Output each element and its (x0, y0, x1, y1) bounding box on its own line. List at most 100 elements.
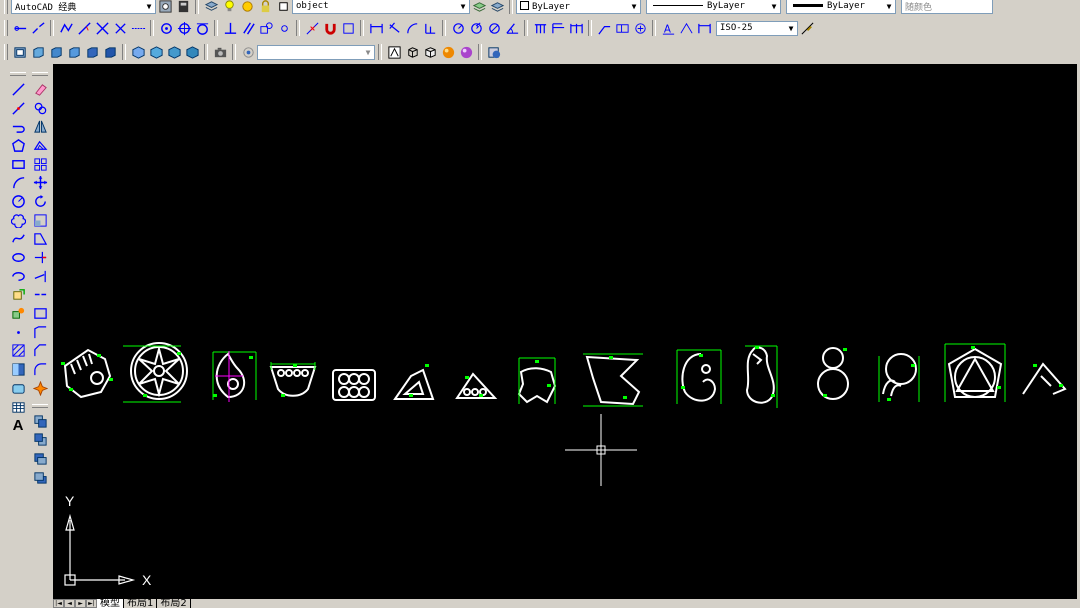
toolbar-grip[interactable] (4, 0, 8, 14)
dim-aligned-icon[interactable] (385, 19, 403, 37)
point-icon[interactable] (8, 323, 28, 342)
2d-wireframe-icon[interactable] (385, 43, 403, 61)
iso-nw-icon[interactable] (183, 43, 201, 61)
region-icon[interactable] (8, 379, 28, 398)
conceptual-icon[interactable] (457, 43, 475, 61)
linetype-select[interactable]: ByLayer ▼ (646, 0, 781, 14)
erase-icon[interactable] (30, 80, 50, 99)
lightbulb-icon[interactable] (220, 0, 238, 15)
workspace-select[interactable]: AutoCAD 经典 ▼ (11, 0, 156, 14)
visual-style-select[interactable]: ▼ (257, 44, 375, 60)
polygon-icon[interactable] (8, 136, 28, 155)
view-right-icon[interactable] (65, 43, 83, 61)
snap-perpendicular-icon[interactable] (221, 19, 239, 37)
snap-tangent-icon[interactable] (193, 19, 211, 37)
revision-cloud-icon[interactable] (8, 211, 28, 230)
last-tab-button[interactable]: ►| (86, 599, 97, 608)
polyline-edit-icon[interactable] (57, 19, 75, 37)
workspace-settings-icon[interactable] (156, 0, 174, 15)
dim-update-icon[interactable] (695, 19, 713, 37)
gradient-icon[interactable] (8, 360, 28, 379)
draw-order-back-icon[interactable] (30, 430, 50, 449)
trim-icon[interactable] (30, 248, 50, 267)
break-icon[interactable] (30, 304, 50, 323)
array-icon[interactable] (30, 155, 50, 174)
next-tab-button[interactable]: ► (75, 599, 86, 608)
multiline-text-icon[interactable]: A (8, 416, 28, 435)
quick-dim-icon[interactable] (531, 19, 549, 37)
iso-sw-icon[interactable] (129, 43, 147, 61)
ellipse-arc-icon[interactable] (8, 267, 28, 286)
sun-icon[interactable] (238, 0, 256, 15)
toolbar-grip[interactable] (32, 403, 48, 408)
lock-icon[interactable] (256, 0, 274, 15)
make-object-layer-current-icon[interactable] (470, 0, 488, 15)
layer-manager-icon[interactable] (202, 0, 220, 15)
construction-line-icon[interactable] (8, 99, 28, 118)
arc-icon[interactable] (8, 173, 28, 192)
layer-previous-icon[interactable] (488, 0, 506, 15)
scale-icon[interactable] (30, 211, 50, 230)
iso-se-icon[interactable] (147, 43, 165, 61)
move-icon[interactable] (30, 173, 50, 192)
fillet-icon[interactable] (30, 360, 50, 379)
dim-continue-icon[interactable] (567, 19, 585, 37)
trim-icon[interactable] (93, 19, 111, 37)
view-front-icon[interactable] (83, 43, 101, 61)
snap-nearest-icon[interactable] (303, 19, 321, 37)
hidden-icon[interactable] (421, 43, 439, 61)
snap-parallel-icon[interactable] (239, 19, 257, 37)
rectangle-icon[interactable] (8, 155, 28, 174)
draw-order-below-icon[interactable] (30, 468, 50, 487)
dim-radius-icon[interactable] (449, 19, 467, 37)
toolpalette-icon[interactable] (174, 0, 192, 15)
extend-icon[interactable] (30, 267, 50, 286)
dim-arc-icon[interactable] (403, 19, 421, 37)
dim-diameter-icon[interactable] (485, 19, 503, 37)
camera-icon[interactable] (211, 43, 229, 61)
view-bottom-icon[interactable] (29, 43, 47, 61)
draw-order-above-icon[interactable] (30, 449, 50, 468)
view-back-icon[interactable] (101, 43, 119, 61)
first-tab-button[interactable]: |◄ (53, 599, 64, 608)
snap-insert-icon[interactable] (257, 19, 275, 37)
draw-order-front-icon[interactable] (30, 412, 50, 431)
tab-model[interactable]: 模型 (97, 599, 124, 608)
visual-style-manager-icon[interactable] (485, 43, 503, 61)
toolbar-grip[interactable] (32, 72, 48, 76)
polyline-icon[interactable] (8, 117, 28, 136)
layer-color-swatch-icon[interactable] (274, 0, 292, 15)
line-icon[interactable] (8, 80, 28, 99)
dimstyle-select[interactable]: ISO-25 ▼ (716, 20, 798, 36)
center-mark-icon[interactable] (631, 19, 649, 37)
iso-ne-icon[interactable] (165, 43, 183, 61)
tab-layout2[interactable]: 布局2 (157, 599, 191, 608)
dimension-style-icon[interactable] (798, 19, 816, 37)
tab-layout1[interactable]: 布局1 (124, 599, 158, 608)
snap-quadrant-icon[interactable] (175, 19, 193, 37)
dim-jogged-icon[interactable] (467, 19, 485, 37)
view-left-icon[interactable] (47, 43, 65, 61)
table-icon[interactable] (8, 398, 28, 417)
join-icon[interactable] (30, 323, 50, 342)
toolbar-grip[interactable] (4, 20, 8, 36)
qleader-icon[interactable] (595, 19, 613, 37)
snap-node-icon[interactable] (275, 19, 293, 37)
break-at-point-icon[interactable] (30, 286, 50, 305)
magnet-icon[interactable] (321, 19, 339, 37)
snap-center-icon[interactable] (157, 19, 175, 37)
circle-icon[interactable] (8, 192, 28, 211)
rotate-icon[interactable] (30, 192, 50, 211)
dashed-line-icon[interactable] (129, 19, 147, 37)
extend-icon[interactable] (75, 19, 93, 37)
dim-baseline-icon[interactable] (549, 19, 567, 37)
realistic-icon[interactable] (439, 43, 457, 61)
align-icon[interactable] (11, 19, 29, 37)
toolbar-grip[interactable] (4, 44, 8, 60)
toolbar-grip[interactable] (10, 72, 26, 76)
3d-wireframe-icon[interactable] (403, 43, 421, 61)
insert-block-icon[interactable] (8, 286, 28, 305)
lineweight-select[interactable]: ByLayer ▼ (786, 0, 896, 14)
copy-icon[interactable] (30, 99, 50, 118)
dim-text-edit-icon[interactable] (677, 19, 695, 37)
